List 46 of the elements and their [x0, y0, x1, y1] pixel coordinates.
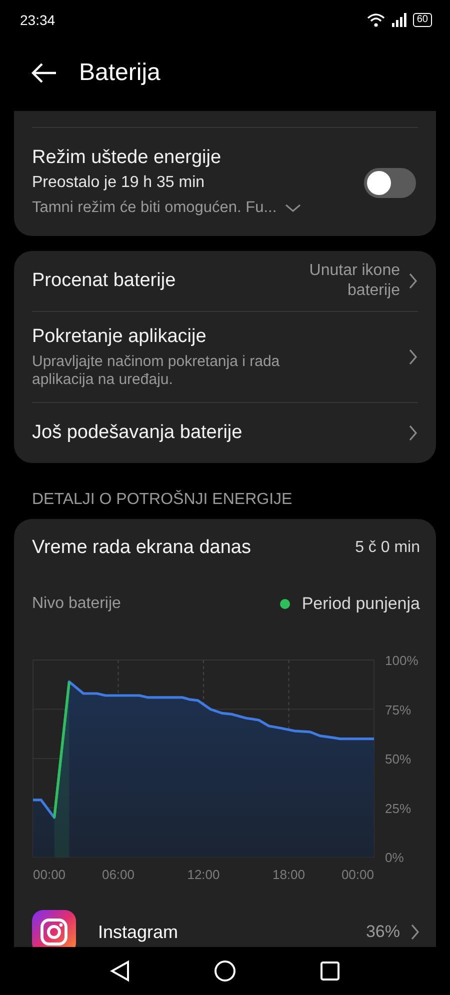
setting-subtitle: Preostalo je 19 h 35 min: [32, 173, 206, 193]
settings-item[interactable]: Još podešavanja baterije: [32, 403, 418, 463]
page-title: Baterija: [79, 58, 160, 86]
chevron-right-icon: [408, 348, 418, 366]
battery-indicator: 60: [412, 13, 432, 27]
triangle-back-icon: [110, 960, 130, 982]
section-label: DETALJI O POTROŠNJI ENERGIJE: [32, 491, 294, 509]
settings-item[interactable]: Procenat baterije Unutar ikone baterije: [32, 251, 418, 311]
setting-title: Još podešavanja baterije: [32, 421, 244, 445]
setting-subtitle: Upravljajte načinom pokretanja i rada aplikacija na uređaju.: [32, 353, 281, 389]
setting-note: Tamni režim će biti omogućen. Fu...: [32, 198, 277, 218]
x-tick-label: 18:00: [272, 867, 306, 882]
chevron-right-icon: [408, 272, 418, 290]
toggle-switch[interactable]: [364, 168, 416, 198]
signal-icon: [390, 13, 407, 27]
expand-chevron-icon: [284, 203, 301, 213]
chevron-right-icon: [410, 923, 420, 941]
square-recents-icon: [320, 961, 340, 981]
setting-title: Pokretanje aplikacije: [32, 325, 208, 349]
x-tick-label: 00:00: [341, 867, 374, 882]
back-arrow-icon: [31, 62, 57, 84]
setting-title: Režim uštede energije: [32, 146, 222, 170]
x-tick-label: 06:00: [102, 867, 135, 882]
app-share: 36%: [366, 922, 400, 942]
chart-title: Nivo baterije: [32, 595, 121, 613]
y-tick-label: 100%: [385, 653, 418, 668]
app-name: Instagram: [98, 922, 180, 942]
screen-time-label: Vreme rada ekrana danas: [32, 536, 251, 560]
y-tick-label: 75%: [385, 702, 412, 718]
y-tick-label: 50%: [385, 752, 412, 766]
legend-label: Period punjenja: [302, 594, 420, 614]
x-tick-label: 12:00: [187, 867, 220, 882]
chevron-right-icon: [408, 424, 418, 442]
back-button[interactable]: [31, 62, 57, 84]
settings-item[interactable]: Pokretanje aplikacije Upravljajte načinom pokretanja i rada aplikacija na uređaju.: [32, 312, 418, 402]
setting-value: baterije: [346, 281, 400, 301]
y-tick-label: 0%: [385, 850, 404, 865]
wifi-icon: [366, 13, 385, 27]
circle-home-icon: [214, 960, 236, 982]
y-tick-label: 25%: [385, 800, 412, 816]
camera-app-icon: [32, 910, 76, 947]
status-time: 23:34: [20, 12, 56, 28]
setting-value: Unutar ikone: [309, 261, 400, 281]
setting-title: Procenat baterije: [32, 269, 177, 293]
screen-time-value: 5 č 0 min: [355, 539, 420, 557]
x-tick-label: 00:00: [33, 867, 66, 882]
